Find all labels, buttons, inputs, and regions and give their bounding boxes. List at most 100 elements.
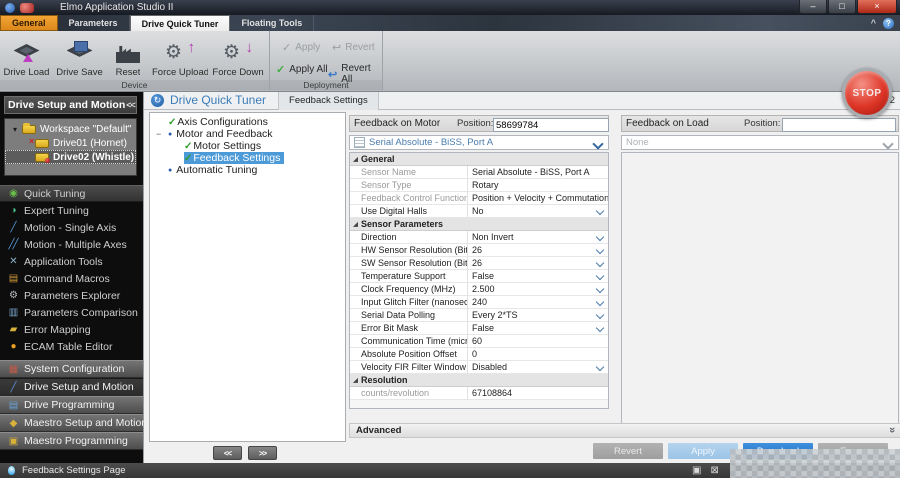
drive-load-button[interactable]: Drive Load bbox=[0, 31, 53, 79]
sidebar-item-quick-tuning[interactable]: ◉ Quick Tuning bbox=[0, 185, 143, 202]
hint-bulb-icon bbox=[8, 466, 15, 475]
tab-general[interactable]: General bbox=[0, 15, 58, 31]
module-drive-programming[interactable]: ▤ Drive Programming bbox=[0, 396, 143, 414]
module-maestro-setup-and-motion[interactable]: ◆ Maestro Setup and Motion bbox=[0, 414, 143, 432]
collapse-ribbon-icon[interactable]: ^ bbox=[871, 18, 876, 28]
help-icon[interactable]: ? bbox=[883, 18, 894, 29]
apply-button[interactable]: ✓ Apply bbox=[282, 41, 320, 54]
application-window: Elmo Application Studio II – □ × General… bbox=[0, 0, 900, 478]
section-resolution[interactable]: ◢ Resolution bbox=[350, 374, 608, 387]
drive01-icon bbox=[35, 139, 49, 148]
apply-action-button[interactable]: Apply bbox=[668, 443, 738, 459]
chevron-down-icon[interactable] bbox=[596, 285, 604, 293]
module-drive-setup-and-motion[interactable]: ╱ Drive Setup and Motion bbox=[0, 378, 143, 396]
device-group-label: Device bbox=[0, 80, 269, 90]
tree-item-feedback-settings[interactable]: ✓ Feedback Settings bbox=[150, 152, 345, 164]
sidebar-item-motion-multiple-axes[interactable]: ╱╱ Motion - Multiple Axes bbox=[0, 236, 143, 253]
motor-position-input[interactable] bbox=[493, 118, 609, 132]
tab-feedback-settings[interactable]: Feedback Settings bbox=[278, 91, 379, 110]
sidebar-item-command-macros[interactable]: ▤ Command Macros bbox=[0, 270, 143, 287]
revert-action-button[interactable]: Revert bbox=[593, 443, 663, 459]
advanced-expander[interactable]: Advanced » bbox=[349, 423, 900, 438]
tab-floating-tools[interactable]: Floating Tools bbox=[230, 15, 314, 31]
tree-item-motor-settings[interactable]: ✓ Motor Settings bbox=[150, 140, 345, 152]
stop-button[interactable]: STOP bbox=[842, 68, 892, 118]
force-upload-icon: ⚙↑ bbox=[165, 41, 195, 65]
drive02-node[interactable]: Drive02 (Whistle) bbox=[5, 150, 136, 164]
app-icon[interactable] bbox=[5, 3, 15, 13]
chevron-down-icon[interactable] bbox=[596, 272, 604, 280]
expander-icon[interactable]: ▾ bbox=[8, 125, 22, 134]
section-sensor-parameters[interactable]: ◢ Sensor Parameters bbox=[350, 218, 608, 231]
next-step-button[interactable]: >> bbox=[248, 446, 277, 460]
chevron-down-icon[interactable] bbox=[596, 246, 604, 254]
expert-tuning-icon: ◑ bbox=[5, 205, 20, 216]
ecam-table-editor-icon: ● bbox=[5, 341, 20, 352]
module-maestro-programming[interactable]: ▣ Maestro Programming bbox=[0, 432, 143, 450]
sidebar-item-parameters-explorer[interactable]: ⚙ Parameters Explorer bbox=[0, 287, 143, 304]
chevron-down-icon[interactable] bbox=[596, 324, 604, 332]
minimize-button[interactable]: – bbox=[799, 0, 827, 14]
sidebar-item-expert-tuning[interactable]: ◑ Expert Tuning bbox=[0, 202, 143, 219]
motor-sensor-select[interactable]: Serial Absolute - BiSS, Port A bbox=[349, 135, 609, 150]
load-sensor-select[interactable]: None bbox=[621, 135, 899, 150]
status-text: Feedback Settings Page bbox=[22, 465, 126, 476]
maximize-button[interactable]: □ bbox=[828, 0, 856, 14]
motor-panel-header: Feedback on Motor Position: bbox=[349, 115, 609, 132]
drive-save-button[interactable]: Drive Save bbox=[53, 31, 106, 79]
param-row: Communication Time (microsecond) 60 bbox=[350, 335, 608, 348]
previous-step-button[interactable]: << bbox=[213, 446, 242, 460]
sidebar-header[interactable]: Drive Setup and Motion << bbox=[4, 96, 137, 114]
tab-parameters[interactable]: Parameters bbox=[58, 15, 130, 31]
sidebar-item-ecam-table-editor[interactable]: ● ECAM Table Editor bbox=[0, 338, 143, 355]
bullet-icon: ● bbox=[168, 167, 172, 174]
tree-item-motor-and-feedback[interactable]: − ● Motor and Feedback bbox=[150, 128, 345, 140]
close-button[interactable]: × bbox=[857, 0, 897, 14]
apply-all-button[interactable]: ✓ Apply All bbox=[276, 63, 328, 76]
ribbon-tab-bar: General Parameters Drive Quick Tuner Flo… bbox=[0, 15, 900, 31]
chevron-down-icon[interactable] bbox=[596, 259, 604, 267]
chevron-down-icon bbox=[882, 138, 893, 149]
tree-item-axis-configurations[interactable]: ✓ Axis Configurations bbox=[150, 116, 345, 128]
chevron-down-icon[interactable] bbox=[596, 363, 604, 371]
reset-icon bbox=[113, 41, 143, 65]
force-down-button[interactable]: ⚙↓ Force Down bbox=[210, 31, 266, 79]
workspace-node[interactable]: ▾ Workspace "Default" bbox=[5, 122, 136, 136]
drive01-node[interactable]: Drive01 (Hornet) bbox=[5, 136, 136, 150]
force-upload-button[interactable]: ⚙↑ Force Upload bbox=[150, 31, 210, 79]
param-row: Use Digital Halls No bbox=[350, 205, 608, 218]
left-sidebar: Drive Setup and Motion << ▾ Workspace "D… bbox=[0, 91, 143, 463]
param-row: Absolute Position Offset 0 bbox=[350, 348, 608, 361]
section-expander-icon[interactable]: ◢ bbox=[350, 156, 361, 163]
sidebar-item-parameters-comparison[interactable]: ▥ Parameters Comparison bbox=[0, 304, 143, 321]
restore-pane-icon[interactable]: ▣ bbox=[692, 465, 701, 476]
load-parameters-grid bbox=[621, 152, 899, 424]
tree-item-automatic-tuning[interactable]: ● Automatic Tuning bbox=[150, 164, 345, 176]
revert-button[interactable]: ↩ Revert bbox=[332, 41, 375, 54]
sidebar-item-error-mapping[interactable]: ▰ Error Mapping bbox=[0, 321, 143, 338]
section-expander-icon[interactable]: ◢ bbox=[350, 221, 361, 228]
sidebar-item-application-tools[interactable]: ✕ Application Tools bbox=[0, 253, 143, 270]
maestro-setup-and-motion-icon: ◆ bbox=[5, 418, 20, 429]
param-row: Clock Frequency (MHz) 2.500 bbox=[350, 283, 608, 296]
param-row: SW Sensor Resolution (Bits) 26 bbox=[350, 257, 608, 270]
collapse-node-icon[interactable]: − bbox=[156, 129, 161, 139]
document-header: ↻ Drive Quick Tuner Feedback Settings Dr… bbox=[143, 91, 900, 110]
module-system-configuration[interactable]: ▦ System Configuration bbox=[0, 360, 143, 378]
chevron-down-icon[interactable] bbox=[596, 233, 604, 241]
load-position-input[interactable] bbox=[782, 118, 896, 132]
sidebar-item-motion-single-axis[interactable]: ╱ Motion - Single Axis bbox=[0, 219, 143, 236]
chevron-down-icon[interactable] bbox=[596, 207, 604, 215]
param-row: counts/revolution 67108864 bbox=[350, 387, 608, 400]
close-pane-icon[interactable]: ⊠ bbox=[710, 465, 718, 476]
reset-button[interactable]: Reset bbox=[106, 31, 150, 79]
section-expander-icon[interactable]: ◢ bbox=[350, 377, 361, 384]
collapse-panel-icon[interactable]: << bbox=[126, 100, 135, 110]
record-icon[interactable] bbox=[20, 3, 34, 13]
tab-drive-quick-tuner[interactable]: Drive Quick Tuner bbox=[130, 15, 231, 31]
window-title: Elmo Application Studio II bbox=[60, 2, 173, 13]
chevron-down-icon[interactable] bbox=[596, 311, 604, 319]
chevron-down-icon[interactable] bbox=[596, 298, 604, 306]
section-general[interactable]: ◢ General bbox=[350, 153, 608, 166]
feedback-on-load-panel: Feedback on Load Position: None bbox=[621, 115, 899, 424]
